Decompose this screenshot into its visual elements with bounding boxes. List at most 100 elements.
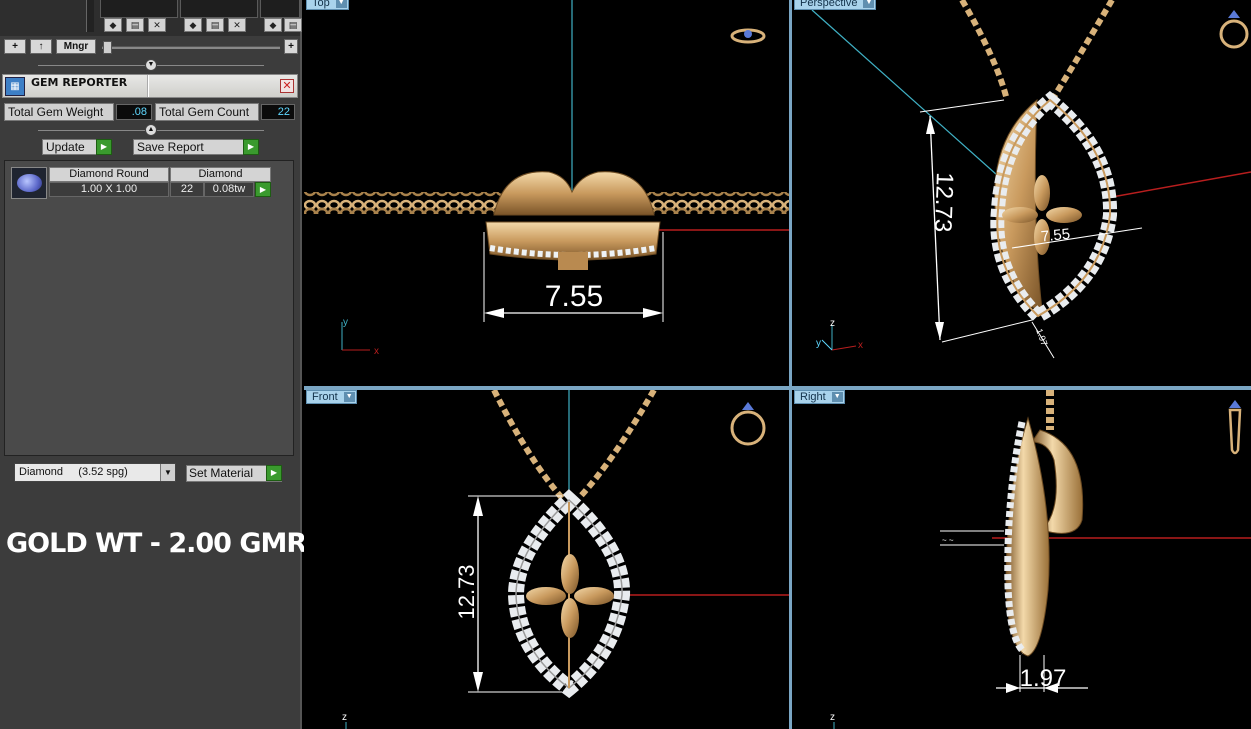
gem-count: 22 — [170, 182, 204, 197]
viewport-perspective[interactable]: 12.73 7.55 1.97 z x y Perspective ▼ — [792, 0, 1251, 386]
ring-icon — [1219, 10, 1249, 49]
layer-add-icon[interactable]: ◆ — [264, 18, 282, 32]
chain — [576, 390, 657, 501]
report-icon: ▦ — [5, 77, 25, 96]
header-divider — [147, 75, 149, 97]
ring-side-icon — [1228, 400, 1242, 455]
total-count-value: 22 — [261, 104, 295, 120]
update-button[interactable]: Update ▶ — [42, 139, 112, 155]
chevron-down-icon: ▼ — [335, 0, 347, 8]
set-material-label: Set Material — [189, 466, 254, 480]
chevron-down-icon: ▼ — [343, 392, 355, 402]
save-report-label: Save Report — [137, 140, 204, 154]
opacity-slider-track[interactable] — [102, 46, 280, 49]
layer-strip: ◆ ▤ ✕ ◆ ▤ ✕ ◆ ▤ — [0, 0, 302, 36]
total-weight-label: Total Gem Weight — [4, 103, 114, 121]
viewport-tab-perspective[interactable]: Perspective ▼ — [794, 0, 877, 10]
persp-depth-dimension: 1.97 — [1034, 327, 1049, 347]
layer-slot[interactable] — [100, 0, 178, 18]
total-count-label: Total Gem Count — [155, 103, 259, 121]
front-view-canvas: 12.73 z — [342, 390, 789, 729]
layer-save-icon[interactable]: ▤ — [284, 18, 302, 32]
axis-line — [1111, 171, 1251, 198]
axis-z-label: z — [830, 712, 835, 723]
gem-material: Diamond — [170, 167, 271, 182]
gem-size: 1.00 X 1.00 — [49, 182, 169, 197]
viewport-label: Front — [312, 391, 338, 403]
toolbar: + ↑ Mngr + — [2, 38, 300, 56]
total-weight-value: .08 — [116, 104, 152, 120]
right-dimension: 1.97 — [1020, 665, 1067, 692]
viewport-tab-right[interactable]: Right ▼ — [794, 390, 845, 404]
material-select[interactable]: Diamond (3.52 spg) ▼ — [14, 463, 176, 482]
row-arrow-icon[interactable]: ▶ — [255, 182, 271, 197]
viewport-right[interactable]: ~ ~ 1.97 z Right ▼ — [792, 390, 1251, 729]
move-up-button[interactable]: ↑ — [30, 39, 52, 54]
layer-slot[interactable] — [260, 0, 300, 18]
pendant-bail — [493, 171, 655, 216]
top-view-canvas: 7.55 y x — [304, 0, 789, 357]
panel-title: GEM REPORTER — [31, 76, 128, 89]
gem-reporter-header: ▦ GEM REPORTER ✕ — [2, 74, 298, 98]
axis-y-label: y — [343, 317, 348, 328]
viewport-front[interactable]: 12.73 z Front ▼ — [304, 390, 789, 729]
viewport-label: Right — [800, 391, 826, 403]
expand-button[interactable]: + — [284, 39, 298, 54]
axis-z-label: z — [342, 712, 347, 723]
gold-weight-note: GOLD WT - 2.00 GMR — [6, 528, 307, 559]
layer-delete-icon[interactable]: ✕ — [228, 18, 246, 32]
chevron-down-icon: ▼ — [863, 0, 875, 8]
viewport-label: Perspective — [800, 0, 858, 9]
viewport-top[interactable]: 7.55 y x Top ▼ — [304, 0, 789, 386]
layer-delete-icon[interactable]: ✕ — [148, 18, 166, 32]
persp-width-dimension: 7.55 — [1040, 226, 1071, 246]
layer-add-icon[interactable]: ◆ — [184, 18, 202, 32]
chain — [1049, 0, 1115, 102]
layer-save-icon[interactable]: ▤ — [126, 18, 144, 32]
play-arrow-icon: ▶ — [96, 139, 112, 155]
viewport-label: Top — [312, 0, 330, 9]
gem-shape: Diamond Round — [49, 167, 169, 182]
front-dimension: 12.73 — [454, 564, 479, 619]
layer-add-icon[interactable]: ◆ — [104, 18, 122, 32]
right-view-canvas: ~ ~ 1.97 z — [830, 390, 1251, 729]
pendant-prong — [558, 252, 588, 270]
svg-text:~ ~: ~ ~ — [942, 536, 954, 545]
viewport-tab-front[interactable]: Front ▼ — [306, 390, 357, 404]
play-arrow-icon: ▶ — [243, 139, 259, 155]
add-button[interactable]: + — [4, 39, 26, 54]
diamond-round-icon[interactable] — [11, 167, 47, 199]
layer-save-icon[interactable]: ▤ — [206, 18, 224, 32]
totals-row: Total Gem Weight .08 Total Gem Count 22 — [4, 103, 298, 121]
viewport-tab-top[interactable]: Top ▼ — [306, 0, 349, 10]
set-material-button[interactable]: Set Material ▶ — [186, 465, 282, 482]
chevron-down-icon: ▼ — [831, 392, 843, 402]
axis-x-label: x — [374, 346, 379, 357]
axis-z-label: z — [830, 318, 835, 329]
axis-x-label: x — [858, 340, 863, 351]
ring-icon — [730, 28, 766, 44]
axis-line — [811, 9, 998, 176]
update-label: Update — [46, 140, 85, 154]
chain — [491, 390, 565, 500]
layer-slot[interactable] — [180, 0, 258, 18]
gem-weight: 0.08tw — [204, 182, 254, 197]
play-arrow-icon: ▶ — [266, 465, 282, 481]
collapse-toggle-icon[interactable]: ▼ — [145, 59, 157, 71]
material-selected: Diamond (3.52 spg) — [19, 466, 128, 478]
perspective-view-canvas: 12.73 7.55 1.97 z x y — [811, 0, 1251, 359]
close-icon[interactable]: ✕ — [280, 79, 294, 93]
chevron-down-icon: ▼ — [160, 464, 175, 481]
top-dimension: 7.55 — [545, 280, 603, 313]
collapse-toggle-icon[interactable]: ▲ — [145, 124, 157, 136]
manager-button[interactable]: Mngr — [56, 39, 96, 54]
scrollbar[interactable] — [86, 0, 94, 32]
gem-reporter-panel: ◆ ▤ ✕ ◆ ▤ ✕ ◆ ▤ + ↑ Mngr + ▼ ▦ GEM REPOR… — [0, 0, 307, 729]
opacity-slider-knob[interactable] — [103, 41, 112, 54]
ring-icon — [730, 402, 766, 446]
persp-height-dimension: 12.73 — [929, 172, 958, 233]
chain — [959, 0, 1010, 101]
save-report-button[interactable]: Save Report ▶ — [133, 139, 259, 155]
axis-y-label: y — [816, 338, 821, 349]
gem-list: Diamond Round Diamond 1.00 X 1.00 22 0.0… — [4, 160, 294, 456]
